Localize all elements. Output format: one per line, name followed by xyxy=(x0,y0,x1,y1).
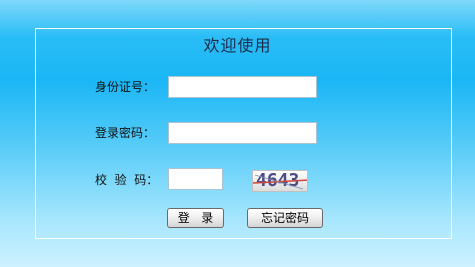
login-button[interactable]: 登 录 xyxy=(167,208,224,228)
id-number-label: 身份证号： xyxy=(95,80,156,94)
forgot-password-button[interactable]: 忘记密码 xyxy=(247,208,323,228)
captcha-code: 4643 xyxy=(256,170,300,191)
id-number-input[interactable] xyxy=(168,76,317,98)
captcha-label: 校 验 码： xyxy=(95,173,159,187)
password-label: 登录密码： xyxy=(95,126,156,140)
captcha-image[interactable]: 4643 xyxy=(252,170,308,192)
password-input[interactable] xyxy=(168,122,317,144)
captcha-input[interactable] xyxy=(168,168,223,190)
page-title: 欢迎使用 xyxy=(203,36,272,55)
